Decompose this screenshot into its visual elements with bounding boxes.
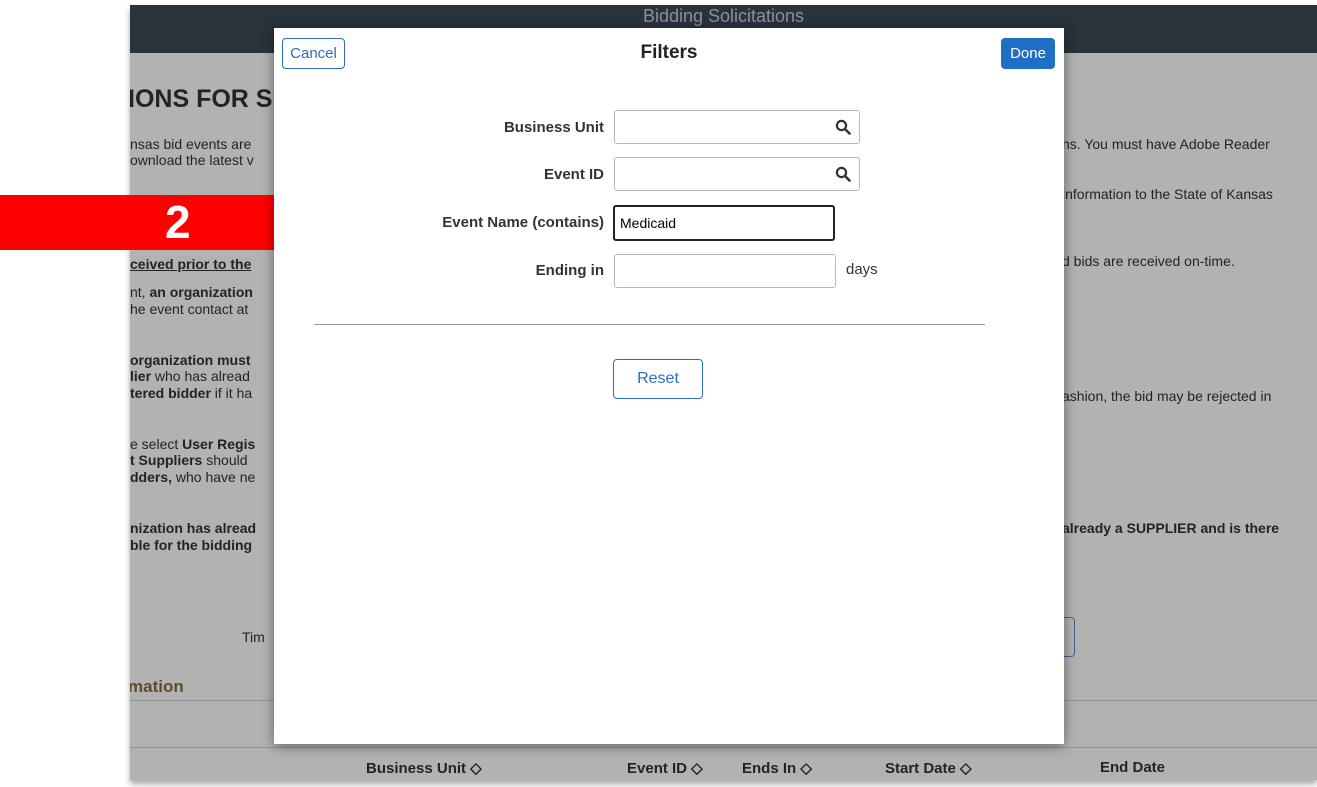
dialog-title: Filters xyxy=(640,42,698,63)
event-id-label: Event ID xyxy=(543,166,604,183)
ending-in-label: Ending in xyxy=(535,262,604,279)
business-unit-input[interactable] xyxy=(614,110,860,144)
search-icon[interactable] xyxy=(835,166,851,182)
filters-dialog: Cancel Filters Done Business Unit Event … xyxy=(274,28,1064,744)
done-button[interactable]: Done xyxy=(1001,38,1055,69)
event-name-input[interactable]: Medicaid xyxy=(613,205,835,241)
event-id-input[interactable] xyxy=(614,157,860,191)
reset-button[interactable]: Reset xyxy=(613,359,703,399)
business-unit-label: Business Unit xyxy=(503,119,604,136)
days-suffix: days xyxy=(846,261,878,278)
callout-number: 2 xyxy=(165,196,191,248)
divider xyxy=(314,324,985,325)
search-icon[interactable] xyxy=(835,119,851,135)
ending-in-input[interactable] xyxy=(614,254,836,288)
event-name-label: Event Name (contains) xyxy=(442,214,604,231)
